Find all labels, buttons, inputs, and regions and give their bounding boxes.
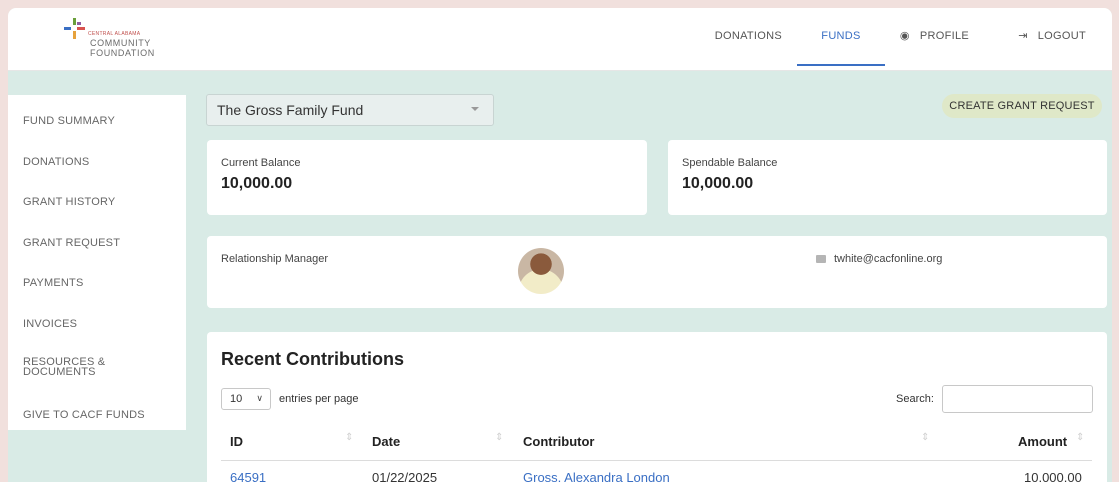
- sort-icon: ⇕: [921, 432, 930, 443]
- recent-contributions-title: Recent Contributions: [221, 349, 404, 369]
- nav-logout[interactable]: ⇥ LOGOUT: [1018, 8, 1086, 71]
- row-amount: 10,000.00: [1024, 470, 1082, 482]
- fund-select-value: The Gross Family Fund: [217, 102, 364, 118]
- current-balance-card: Current Balance 10,000.00: [207, 140, 647, 215]
- entries-select-value: 10: [230, 393, 243, 405]
- nav-logout-label: LOGOUT: [1037, 30, 1086, 42]
- envelope-icon: [816, 255, 826, 263]
- sidebar-item-resources-documents[interactable]: RESOURCES & DOCUMENTS: [23, 357, 105, 378]
- relationship-manager-card: Relationship Manager: [207, 236, 1107, 308]
- column-header-amount[interactable]: Amount: [1018, 434, 1067, 449]
- spendable-balance-value: 10,000.00: [682, 175, 754, 192]
- sidebar: FUND SUMMARY DONATIONS GRANT HISTORY GRA…: [8, 95, 186, 430]
- search-input[interactable]: [942, 385, 1093, 413]
- row-date: 01/22/2025: [372, 470, 438, 482]
- row-id-link[interactable]: 64591: [230, 470, 266, 482]
- app-window: CENTRAL ALABAMA COMMUNITY FOUNDATION DON…: [8, 8, 1112, 482]
- relationship-manager-label: Relationship Manager: [221, 253, 329, 265]
- nav-funds-label: FUNDS: [821, 30, 861, 42]
- nav-funds[interactable]: FUNDS: [797, 8, 885, 71]
- logo-tagline: CENTRAL ALABAMA: [88, 31, 141, 37]
- sidebar-item-fund-summary[interactable]: FUND SUMMARY: [23, 116, 115, 127]
- sidebar-item-invoices[interactable]: INVOICES: [23, 319, 77, 330]
- column-header-date[interactable]: Date: [372, 434, 400, 449]
- sort-icon: ⇕: [1076, 432, 1085, 443]
- sidebar-item-give-to-cacf-funds[interactable]: GIVE TO CACF FUNDS: [23, 410, 145, 421]
- create-grant-request-button[interactable]: CREATE GRANT REQUEST: [942, 94, 1102, 118]
- sidebar-item-grant-request[interactable]: GRANT REQUEST: [23, 238, 120, 249]
- logo-text: COMMUNITY FOUNDATION: [90, 38, 155, 58]
- entries-per-page-label: entries per page: [279, 393, 359, 405]
- active-tab-indicator: [797, 64, 885, 66]
- logo-mark-icon: [64, 18, 86, 40]
- nav-profile[interactable]: ◉ PROFILE: [900, 8, 969, 71]
- user-circle-icon: ◉: [899, 30, 910, 42]
- current-balance-value: 10,000.00: [221, 175, 293, 192]
- entries-per-page-select[interactable]: 10 ∨: [221, 388, 271, 410]
- sort-icon: ⇕: [495, 432, 504, 443]
- column-header-id[interactable]: ID: [230, 434, 243, 449]
- caret-down-icon: [471, 107, 479, 111]
- current-balance-label: Current Balance: [221, 157, 301, 169]
- sidebar-item-donations[interactable]: DONATIONS: [23, 157, 89, 168]
- nav-donations[interactable]: DONATIONS: [715, 8, 782, 71]
- column-header-contributor[interactable]: Contributor: [523, 434, 594, 449]
- sign-out-icon: ⇥: [1018, 30, 1028, 42]
- fund-select[interactable]: The Gross Family Fund: [206, 94, 494, 126]
- nav-profile-label: PROFILE: [919, 30, 969, 42]
- logo[interactable]: CENTRAL ALABAMA COMMUNITY FOUNDATION: [64, 16, 184, 64]
- table-header-divider: [221, 460, 1092, 461]
- logo-line-2: FOUNDATION: [90, 48, 155, 58]
- sidebar-item-grant-history[interactable]: GRANT HISTORY: [23, 197, 115, 208]
- spendable-balance-label: Spendable Balance: [682, 157, 778, 169]
- sidebar-item-payments[interactable]: PAYMENTS: [23, 278, 83, 289]
- top-bar: CENTRAL ALABAMA COMMUNITY FOUNDATION DON…: [8, 8, 1112, 71]
- manager-email-link[interactable]: twhite@cacfonline.org: [834, 253, 942, 265]
- chevron-down-icon: ∨: [256, 393, 263, 403]
- row-contributor-link[interactable]: Gross, Alexandra London: [523, 470, 670, 482]
- sort-icon: ⇕: [345, 432, 354, 443]
- spendable-balance-card: Spendable Balance 10,000.00: [668, 140, 1107, 215]
- manager-avatar: [518, 248, 564, 294]
- search-label: Search:: [896, 393, 934, 405]
- logo-line-1: COMMUNITY: [90, 38, 151, 48]
